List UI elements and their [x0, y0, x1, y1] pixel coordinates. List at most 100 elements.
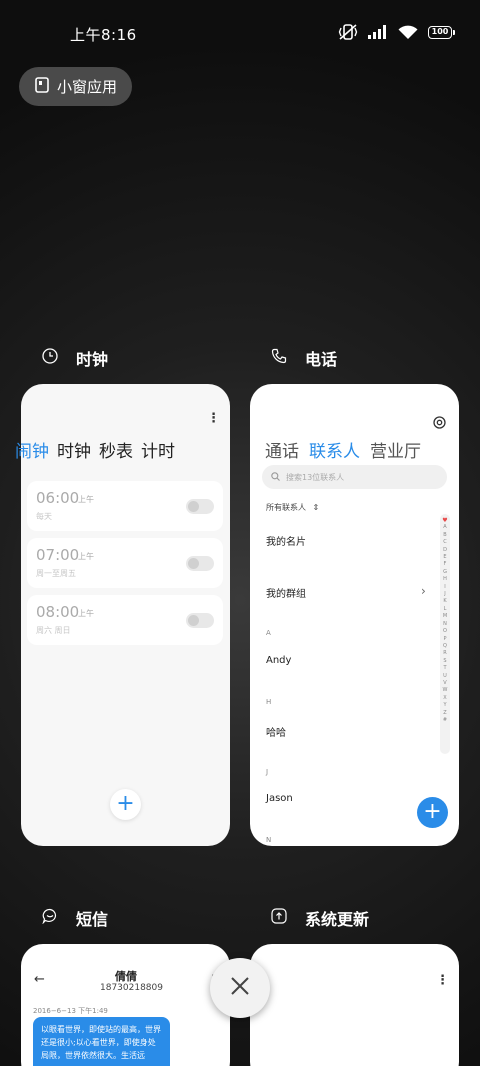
- phone-tabs: 通话 联系人 营业厅: [265, 437, 421, 462]
- contact-item[interactable]: Andy: [266, 655, 291, 666]
- alarm-item[interactable]: 06:00 上午 每天: [27, 481, 223, 531]
- alarm-time: 07:00: [36, 546, 80, 564]
- alarm-toggle[interactable]: [186, 556, 214, 571]
- alarm-ampm: 上午: [78, 609, 94, 618]
- index-letter[interactable]: P: [443, 636, 446, 643]
- index-letter[interactable]: D: [443, 547, 447, 554]
- status-icons: 100: [338, 23, 455, 41]
- index-letter[interactable]: A: [443, 524, 446, 531]
- index-letter[interactable]: R: [443, 650, 446, 657]
- index-letter[interactable]: S: [443, 658, 446, 665]
- signal-icon: [368, 25, 388, 39]
- index-letter[interactable]: K: [443, 598, 446, 605]
- tab-calls[interactable]: 通话: [265, 437, 299, 462]
- tab-service-hall[interactable]: 营业厅: [370, 437, 421, 462]
- update-app-name: 系统更新: [305, 910, 370, 929]
- status-bar: 上午8:16 100: [0, 0, 480, 60]
- alarm-repeat: 周六 周日: [36, 626, 71, 635]
- index-letter[interactable]: Z: [443, 710, 446, 717]
- floating-window-button[interactable]: 小窗应用: [19, 67, 132, 106]
- sms-date: 2016−6−13 下午1:49: [33, 1007, 108, 1015]
- update-app-card[interactable]: [250, 944, 459, 1066]
- floating-window-label: 小窗应用: [57, 78, 118, 96]
- index-letter[interactable]: H: [443, 576, 447, 583]
- alphabet-index-scrollbar[interactable]: ♥ A B C D E F G H I J K L M N O P Q R S T U V W X Y Z #: [440, 514, 450, 754]
- back-arrow-icon[interactable]: ←: [34, 972, 45, 987]
- phone-icon: [271, 348, 287, 368]
- alarm-time: 06:00: [36, 489, 80, 507]
- phone-app-header: 电话: [271, 346, 337, 370]
- index-letter[interactable]: O: [443, 628, 447, 635]
- section-letter: N: [266, 836, 272, 844]
- tab-contacts[interactable]: 联系人: [309, 437, 360, 462]
- clock-more-icon[interactable]: ⋮: [207, 412, 220, 425]
- wifi-icon: [398, 25, 418, 40]
- mute-vibrate-icon: [338, 23, 358, 41]
- message-icon: [42, 908, 58, 928]
- index-letter[interactable]: N: [443, 621, 447, 628]
- index-letter[interactable]: U: [443, 673, 447, 680]
- contacts-filter-dropdown[interactable]: 所有联系人 ⇕: [266, 502, 319, 513]
- tab-clock[interactable]: 时钟: [57, 437, 91, 462]
- index-letter[interactable]: L: [444, 606, 447, 613]
- battery-icon: 100: [428, 25, 455, 39]
- my-groups-item[interactable]: 我的群组: [266, 585, 306, 600]
- alarm-ampm: 上午: [78, 495, 94, 504]
- index-letter[interactable]: T: [443, 665, 446, 672]
- sms-contact-number: 18730218809: [100, 983, 163, 993]
- alarm-repeat: 每天: [36, 512, 52, 521]
- alarm-item[interactable]: 07:00 上午 周一至周五: [27, 538, 223, 588]
- index-letter[interactable]: V: [443, 680, 446, 687]
- sort-arrows-icon: ⇕: [312, 503, 320, 512]
- alarm-toggle[interactable]: [186, 613, 214, 628]
- index-letter[interactable]: G: [443, 569, 447, 576]
- contact-item[interactable]: 哈哈: [266, 724, 286, 739]
- alarm-time: 08:00: [36, 603, 80, 621]
- message-bubble: 以眼看世界，即使站的最高，世界还是很小;以心看世界，即使身处局限，世界依然很大。…: [33, 1017, 170, 1066]
- clock-tabs: 闹钟 时钟 秒表 计时: [15, 437, 175, 462]
- my-card-item[interactable]: 我的名片: [266, 533, 306, 548]
- alarm-repeat: 周一至周五: [36, 569, 76, 578]
- index-letter[interactable]: B: [443, 532, 446, 539]
- index-letter[interactable]: Y: [443, 702, 446, 709]
- index-letter[interactable]: I: [444, 584, 445, 591]
- index-letter[interactable]: X: [443, 695, 446, 702]
- search-icon: [271, 471, 280, 483]
- sms-app-header: 短信: [42, 906, 108, 930]
- index-letter[interactable]: C: [443, 539, 447, 546]
- tab-alarm[interactable]: 闹钟: [15, 437, 49, 462]
- index-letter[interactable]: ♥: [442, 517, 447, 524]
- contacts-search-input[interactable]: 搜索13位联系人: [262, 465, 447, 489]
- update-more-icon[interactable]: ⋮: [436, 974, 449, 987]
- floating-window-icon: [35, 76, 49, 97]
- contact-item[interactable]: Jason: [266, 793, 293, 804]
- add-contact-button[interactable]: +: [417, 797, 448, 828]
- filter-label: 所有联系人: [266, 503, 306, 512]
- index-letter[interactable]: M: [443, 613, 447, 620]
- tab-stopwatch[interactable]: 秒表: [99, 437, 133, 462]
- alarm-toggle[interactable]: [186, 499, 214, 514]
- sms-contact-name: 倩倩: [115, 970, 137, 983]
- close-icon: [229, 975, 251, 1001]
- section-letter: A: [266, 629, 271, 637]
- index-letter[interactable]: Q: [443, 643, 447, 650]
- section-letter: J: [266, 768, 269, 776]
- index-letter[interactable]: F: [444, 561, 447, 568]
- section-letter: H: [266, 698, 272, 706]
- index-letter[interactable]: W: [443, 687, 448, 694]
- add-alarm-button[interactable]: +: [110, 789, 141, 820]
- update-app-header: 系统更新: [271, 906, 369, 930]
- tab-timer[interactable]: 计时: [141, 437, 175, 462]
- alarm-ampm: 上午: [78, 552, 94, 561]
- index-letter[interactable]: #: [443, 717, 447, 724]
- close-all-button[interactable]: [210, 958, 270, 1018]
- alarm-item[interactable]: 08:00 上午 周六 周日: [27, 595, 223, 645]
- settings-icon[interactable]: [433, 414, 446, 433]
- system-update-icon: [271, 908, 287, 928]
- clock-app-name: 时钟: [76, 350, 109, 369]
- search-placeholder: 搜索13位联系人: [286, 472, 345, 482]
- phone-app-name: 电话: [305, 350, 338, 369]
- chevron-right-icon: ›: [421, 584, 426, 598]
- index-letter[interactable]: J: [444, 591, 445, 598]
- index-letter[interactable]: E: [443, 554, 446, 561]
